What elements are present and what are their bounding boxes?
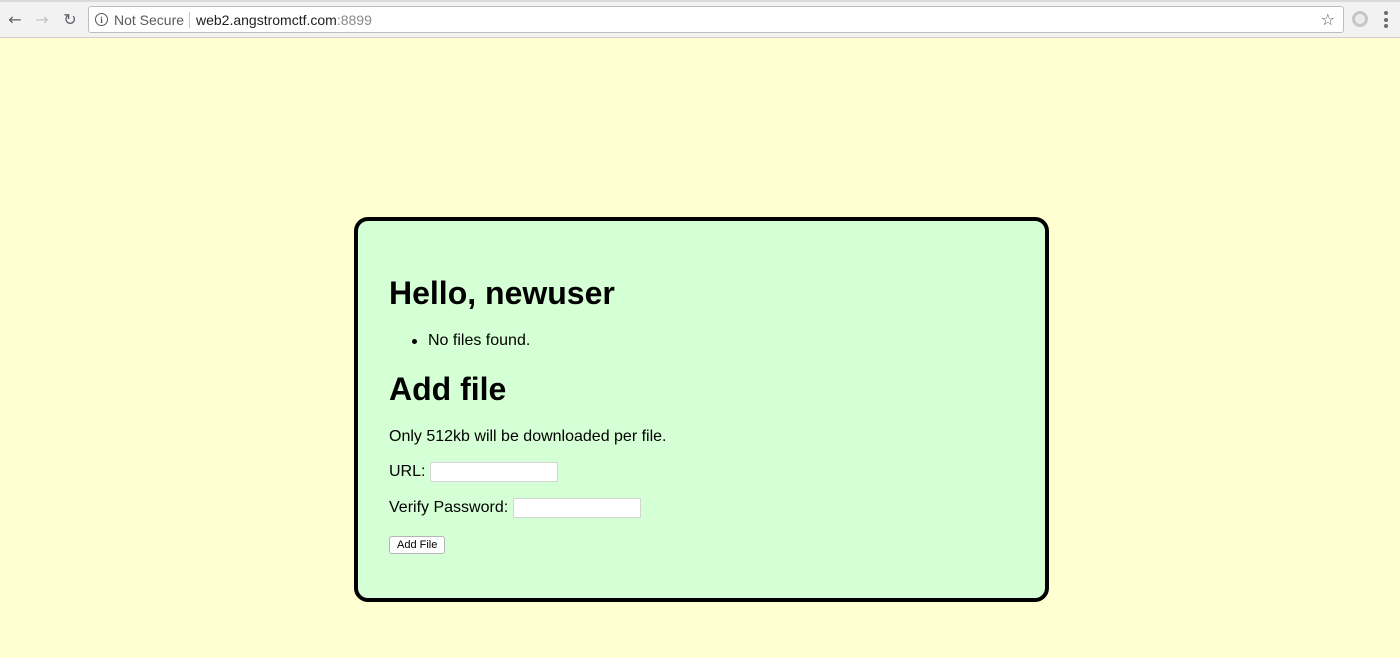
security-label[interactable]: Not Secure <box>114 12 184 28</box>
password-label: Verify Password: <box>389 499 509 516</box>
add-file-button[interactable]: Add File <box>389 536 446 554</box>
add-file-heading: Add file <box>389 371 507 407</box>
info-icon[interactable]: i <box>95 13 108 26</box>
download-limit-note: Only 512kb will be downloaded per file. <box>389 428 667 445</box>
greeting-heading: Hello, newuser <box>389 275 615 311</box>
forward-arrow-icon[interactable]: → <box>31 8 53 30</box>
star-icon[interactable]: ☆ <box>1321 10 1335 29</box>
file-list: No files found. <box>389 331 530 351</box>
url-input[interactable] <box>430 462 559 482</box>
url-host: web2.angstromctf.com <box>196 12 337 28</box>
content-card: Hello, newuser No files found. Add file … <box>354 217 1049 602</box>
browser-toolbar: ← → ↻ i Not Secure web2.angstromctf.com:… <box>0 0 1400 38</box>
address-bar[interactable]: i Not Secure web2.angstromctf.com:8899 ☆ <box>88 6 1344 33</box>
url-row: URL: <box>389 462 559 482</box>
tab-strip-edge <box>0 0 1400 2</box>
url-label: URL: <box>389 463 426 480</box>
password-row: Verify Password: <box>389 498 642 518</box>
url-text[interactable]: web2.angstromctf.com:8899 <box>196 12 372 28</box>
list-item: No files found. <box>389 331 530 351</box>
url-port: :8899 <box>336 12 372 28</box>
password-input[interactable] <box>513 498 642 518</box>
kebab-menu-icon[interactable] <box>1384 11 1388 28</box>
reload-icon[interactable]: ↻ <box>59 8 81 30</box>
back-arrow-icon[interactable]: ← <box>4 8 26 30</box>
address-bar-divider <box>189 12 190 28</box>
extension-icon[interactable] <box>1352 11 1368 27</box>
